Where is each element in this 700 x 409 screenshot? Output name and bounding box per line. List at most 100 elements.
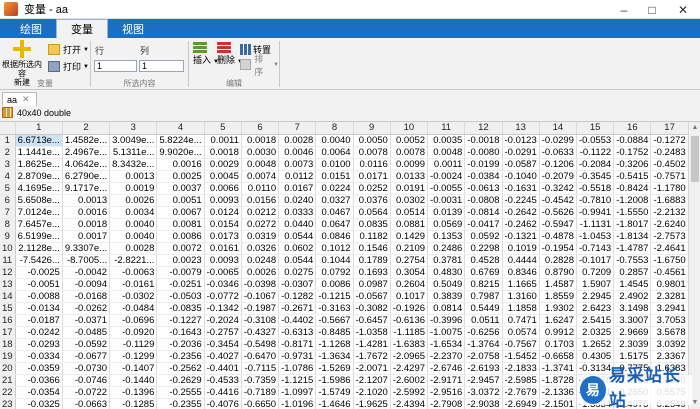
table-cell[interactable]: -1.7672 bbox=[353, 350, 391, 363]
table-cell[interactable]: 0.1044 bbox=[315, 254, 354, 267]
column-header[interactable]: 5 bbox=[204, 122, 242, 135]
table-cell[interactable]: 0.0376 bbox=[353, 194, 391, 207]
table-cell[interactable]: -2.2132 bbox=[650, 206, 689, 219]
column-header[interactable]: 4 bbox=[156, 122, 205, 135]
table-cell[interactable]: 0.0086 bbox=[156, 230, 205, 243]
table-cell[interactable]: -1.6883 bbox=[650, 194, 689, 207]
table-cell[interactable]: 0.7987 bbox=[464, 290, 503, 303]
table-cell[interactable]: 0.0052 bbox=[390, 134, 429, 147]
table-cell[interactable]: 5.8224e... bbox=[156, 134, 205, 147]
table-cell[interactable]: -0.4561 bbox=[650, 266, 689, 279]
column-header[interactable]: 10 bbox=[390, 122, 429, 135]
table-cell[interactable]: 6.6713e... bbox=[15, 134, 63, 147]
table-cell[interactable]: 0.0040 bbox=[109, 218, 158, 231]
table-cell[interactable]: -0.6256 bbox=[464, 326, 503, 339]
table-cell[interactable]: -0.4401 bbox=[204, 362, 242, 375]
table-cell[interactable]: -2.7573 bbox=[650, 230, 689, 243]
table-cell[interactable]: -1.0358 bbox=[353, 326, 391, 339]
table-cell[interactable]: 0.3054 bbox=[390, 266, 429, 279]
table-cell[interactable]: 0.0602 bbox=[278, 242, 317, 255]
table-cell[interactable]: 9.9020e... bbox=[156, 146, 205, 159]
row-header[interactable]: 3 bbox=[0, 158, 16, 171]
table-cell[interactable]: 1.1665 bbox=[502, 278, 540, 291]
table-cell[interactable]: -0.9941 bbox=[576, 206, 615, 219]
table-cell[interactable]: -1.0786 bbox=[278, 362, 317, 375]
column-header[interactable]: 8 bbox=[315, 122, 354, 135]
table-cell[interactable]: 0.0093 bbox=[204, 194, 242, 207]
table-cell[interactable]: -1.5986 bbox=[315, 374, 354, 387]
table-cell[interactable]: -0.8171 bbox=[278, 338, 317, 351]
table-cell[interactable]: 0.4528 bbox=[464, 254, 503, 267]
table-cell[interactable]: -2.8221... bbox=[109, 254, 158, 267]
table-cell[interactable]: 0.0248 bbox=[241, 254, 280, 267]
table-cell[interactable]: 3.2941 bbox=[650, 302, 689, 315]
table-cell[interactable]: -0.6470 bbox=[241, 350, 280, 363]
scroll-up-icon[interactable]: ▲ bbox=[689, 122, 700, 134]
table-cell[interactable]: 0.0881 bbox=[390, 218, 429, 231]
row-header[interactable]: 19 bbox=[0, 350, 16, 363]
table-cell[interactable]: 0.0011 bbox=[427, 158, 466, 171]
table-cell[interactable]: -0.6313 bbox=[278, 326, 317, 339]
table-cell[interactable]: 1.4582e... bbox=[62, 134, 111, 147]
table-cell[interactable]: 0.0048 bbox=[241, 158, 280, 171]
table-cell[interactable]: 1.3160 bbox=[502, 290, 540, 303]
table-cell[interactable]: -0.0346 bbox=[204, 278, 242, 291]
table-cell[interactable]: 0.0081 bbox=[156, 218, 205, 231]
table-cell[interactable]: -0.2757 bbox=[204, 326, 242, 339]
table-cell[interactable]: -2.5992 bbox=[390, 386, 429, 399]
table-cell[interactable]: 8.3432e... bbox=[109, 158, 158, 171]
table-cell[interactable]: -1.0997 bbox=[278, 386, 317, 399]
column-header[interactable]: 15 bbox=[576, 122, 615, 135]
table-cell[interactable]: 2.4967e... bbox=[62, 146, 111, 159]
table-cell[interactable]: -2.6002 bbox=[390, 374, 429, 387]
table-cell[interactable]: -2.7679 bbox=[502, 386, 540, 399]
table-cell[interactable]: -1.1268 bbox=[315, 338, 354, 351]
table-cell[interactable]: 1.5907 bbox=[576, 278, 615, 291]
row-header[interactable]: 12 bbox=[0, 266, 16, 279]
table-cell[interactable]: 0.9801 bbox=[650, 278, 689, 291]
table-cell[interactable]: -0.2642 bbox=[502, 206, 540, 219]
table-cell[interactable]: -0.1643 bbox=[156, 326, 205, 339]
row-header[interactable]: 8 bbox=[0, 218, 16, 231]
table-cell[interactable]: -0.5415 bbox=[613, 170, 652, 183]
table-cell[interactable]: 0.0319 bbox=[241, 230, 280, 243]
row-header[interactable]: 9 bbox=[0, 230, 16, 243]
table-cell[interactable]: -1.1780 bbox=[650, 182, 689, 195]
table-cell[interactable]: -0.4327 bbox=[241, 326, 280, 339]
table-cell[interactable]: 0.1012 bbox=[315, 242, 354, 255]
table-cell[interactable]: 2.5415 bbox=[576, 314, 615, 327]
table-cell[interactable]: -1.0075 bbox=[427, 326, 466, 339]
table-cell[interactable]: -1.5550 bbox=[613, 206, 652, 219]
table-cell[interactable]: -1.5452 bbox=[502, 350, 540, 363]
table-cell[interactable]: 0.3781 bbox=[427, 254, 466, 267]
table-cell[interactable]: 0.0025 bbox=[156, 170, 205, 183]
tab-view[interactable]: 视图 bbox=[108, 19, 158, 38]
table-cell[interactable]: 0.0023 bbox=[156, 254, 205, 267]
table-cell[interactable]: 3.5678 bbox=[650, 326, 689, 339]
table-cell[interactable]: -0.2084 bbox=[576, 158, 615, 171]
table-cell[interactable]: -0.0835 bbox=[156, 302, 205, 315]
table-cell[interactable]: 0.0072 bbox=[156, 242, 205, 255]
table-cell[interactable]: -0.1954 bbox=[539, 242, 577, 255]
table-cell[interactable]: -1.0196 bbox=[278, 398, 317, 409]
table-cell[interactable]: 0.0074 bbox=[241, 170, 280, 183]
table-cell[interactable]: 0.4444 bbox=[502, 254, 540, 267]
table-cell[interactable]: 0.0467 bbox=[315, 206, 354, 219]
table-cell[interactable]: 1.8559 bbox=[539, 290, 577, 303]
table-cell[interactable]: -0.1752 bbox=[613, 146, 652, 159]
table-cell[interactable]: 0.0167 bbox=[278, 182, 317, 195]
table-cell[interactable]: -2.9516 bbox=[427, 386, 466, 399]
table-cell[interactable]: 0.0326 bbox=[241, 242, 280, 255]
table-cell[interactable]: 0.0212 bbox=[241, 206, 280, 219]
table-cell[interactable]: 0.0046 bbox=[278, 146, 317, 159]
table-cell[interactable]: 0.0035 bbox=[427, 134, 466, 147]
table-cell[interactable]: -1.4281 bbox=[353, 338, 391, 351]
table-cell[interactable]: 0.5449 bbox=[464, 302, 503, 315]
table-cell[interactable]: 0.0171 bbox=[353, 170, 391, 183]
table-cell[interactable]: 0.0514 bbox=[390, 206, 429, 219]
table-cell[interactable]: -0.1987 bbox=[241, 302, 280, 315]
table-cell[interactable]: -0.7359 bbox=[241, 374, 280, 387]
sort-button[interactable]: 排序 ▼ bbox=[240, 54, 279, 77]
table-cell[interactable]: -0.7553 bbox=[613, 254, 652, 267]
table-cell[interactable]: -0.1067 bbox=[241, 290, 280, 303]
